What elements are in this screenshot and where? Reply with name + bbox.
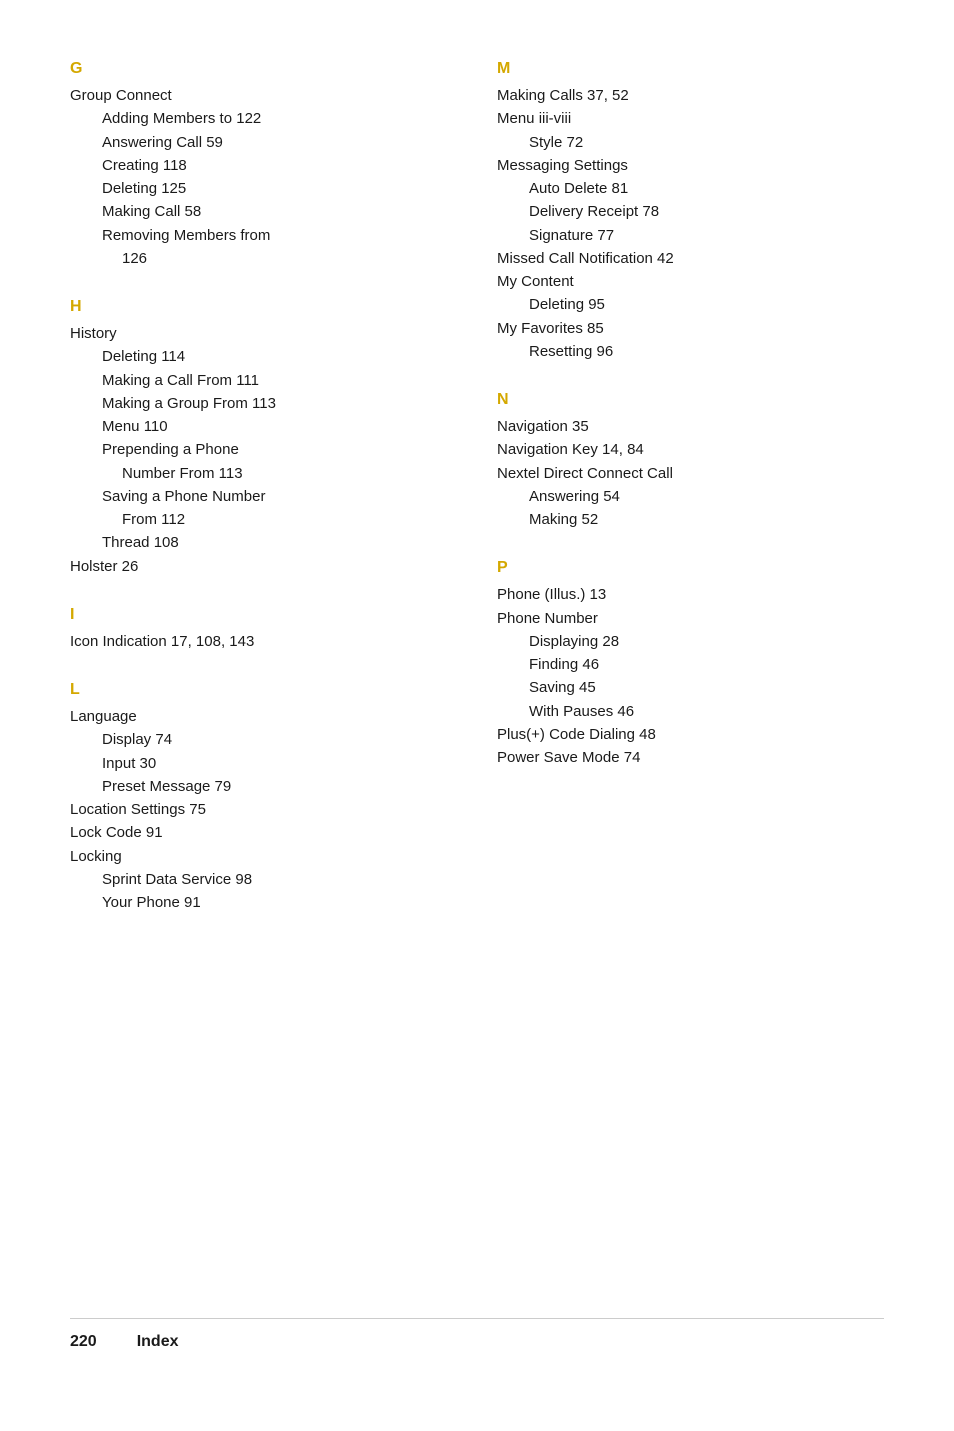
index-entry: Navigation Key 14, 84	[497, 438, 884, 461]
index-entry: Location Settings 75	[70, 798, 457, 821]
index-columns: GGroup ConnectAdding Members to 122Answe…	[70, 60, 884, 1288]
index-entry: Creating 118	[70, 154, 457, 177]
index-entry: Auto Delete 81	[497, 177, 884, 200]
index-entry: Answering Call 59	[70, 131, 457, 154]
index-entry: Preset Message 79	[70, 775, 457, 798]
index-section: G Group ConnectAdding Members to 122Answe…	[70, 60, 457, 270]
index-entry: History	[70, 322, 457, 345]
page: GGroup ConnectAdding Members to 122Answe…	[0, 0, 954, 1431]
index-entry: Number From 113	[70, 462, 457, 485]
index-entry: Adding Members to 122	[70, 107, 457, 130]
index-entry: With Pauses 46	[497, 700, 884, 723]
index-entry: Making a Call From 111	[70, 369, 457, 392]
index-entry: Style 72	[497, 131, 884, 154]
footer-label: Index	[137, 1333, 179, 1351]
index-entry: Making 52	[497, 508, 884, 531]
index-entry: Making a Group From 113	[70, 392, 457, 415]
index-entry: Display 74	[70, 728, 457, 751]
page-footer: 220 Index	[70, 1318, 884, 1351]
index-entry: Locking	[70, 845, 457, 868]
index-section: P Phone (Illus.) 13Phone NumberDisplaying…	[497, 559, 884, 769]
index-section: I Icon Indication 17, 108, 143	[70, 606, 457, 653]
index-entry: Finding 46	[497, 653, 884, 676]
index-entry: Delivery Receipt 78	[497, 200, 884, 223]
index-entry: Phone Number	[497, 607, 884, 630]
index-entry: Messaging Settings	[497, 154, 884, 177]
index-entry: Navigation 35	[497, 415, 884, 438]
index-entry: Saving 45	[497, 676, 884, 699]
index-section: N Navigation 35Navigation Key 14, 84Nexte…	[497, 391, 884, 531]
index-entry: Your Phone 91	[70, 891, 457, 914]
index-entry: Answering 54	[497, 485, 884, 508]
index-entry: Group Connect	[70, 84, 457, 107]
index-section: L LanguageDisplay 74Input 30Preset Messag…	[70, 681, 457, 914]
index-entry: Signature 77	[497, 224, 884, 247]
right-column: M Making Calls 37, 52Menu iii-viiiStyle 7…	[497, 60, 884, 1288]
section-letter: G	[70, 60, 457, 78]
index-section: H HistoryDeleting 114Making a Call From 1…	[70, 298, 457, 578]
index-entry: Nextel Direct Connect Call	[497, 462, 884, 485]
section-letter: L	[70, 681, 457, 699]
section-letter: M	[497, 60, 884, 78]
section-letter: I	[70, 606, 457, 624]
footer-page-number: 220	[70, 1333, 97, 1351]
section-letter: N	[497, 391, 884, 409]
index-entry: Menu iii-viii	[497, 107, 884, 130]
index-entry: Thread 108	[70, 531, 457, 554]
section-letter: P	[497, 559, 884, 577]
index-entry: Prepending a Phone	[70, 438, 457, 461]
index-entry: Saving a Phone Number	[70, 485, 457, 508]
index-entry: 126	[70, 247, 457, 270]
index-entry: Holster 26	[70, 555, 457, 578]
index-entry: From 112	[70, 508, 457, 531]
index-entry: Deleting 114	[70, 345, 457, 368]
index-entry: Resetting 96	[497, 340, 884, 363]
index-entry: Missed Call Notification 42	[497, 247, 884, 270]
index-entry: Lock Code 91	[70, 821, 457, 844]
index-section: M Making Calls 37, 52Menu iii-viiiStyle 7…	[497, 60, 884, 363]
index-entry: Making Calls 37, 52	[497, 84, 884, 107]
index-entry: Menu 110	[70, 415, 457, 438]
index-entry: Language	[70, 705, 457, 728]
index-entry: My Favorites 85	[497, 317, 884, 340]
index-entry: Plus(+) Code Dialing 48	[497, 723, 884, 746]
index-entry: Sprint Data Service 98	[70, 868, 457, 891]
index-entry: Input 30	[70, 752, 457, 775]
index-entry: Removing Members from	[70, 224, 457, 247]
index-entry: Making Call 58	[70, 200, 457, 223]
index-entry: Power Save Mode 74	[497, 746, 884, 769]
left-column: G Group ConnectAdding Members to 122Answe…	[70, 60, 457, 1288]
index-entry: Deleting 95	[497, 293, 884, 316]
index-entry: Phone (Illus.) 13	[497, 583, 884, 606]
index-entry: Deleting 125	[70, 177, 457, 200]
index-entry: Icon Indication 17, 108, 143	[70, 630, 457, 653]
index-entry: Displaying 28	[497, 630, 884, 653]
section-letter: H	[70, 298, 457, 316]
index-entry: My Content	[497, 270, 884, 293]
